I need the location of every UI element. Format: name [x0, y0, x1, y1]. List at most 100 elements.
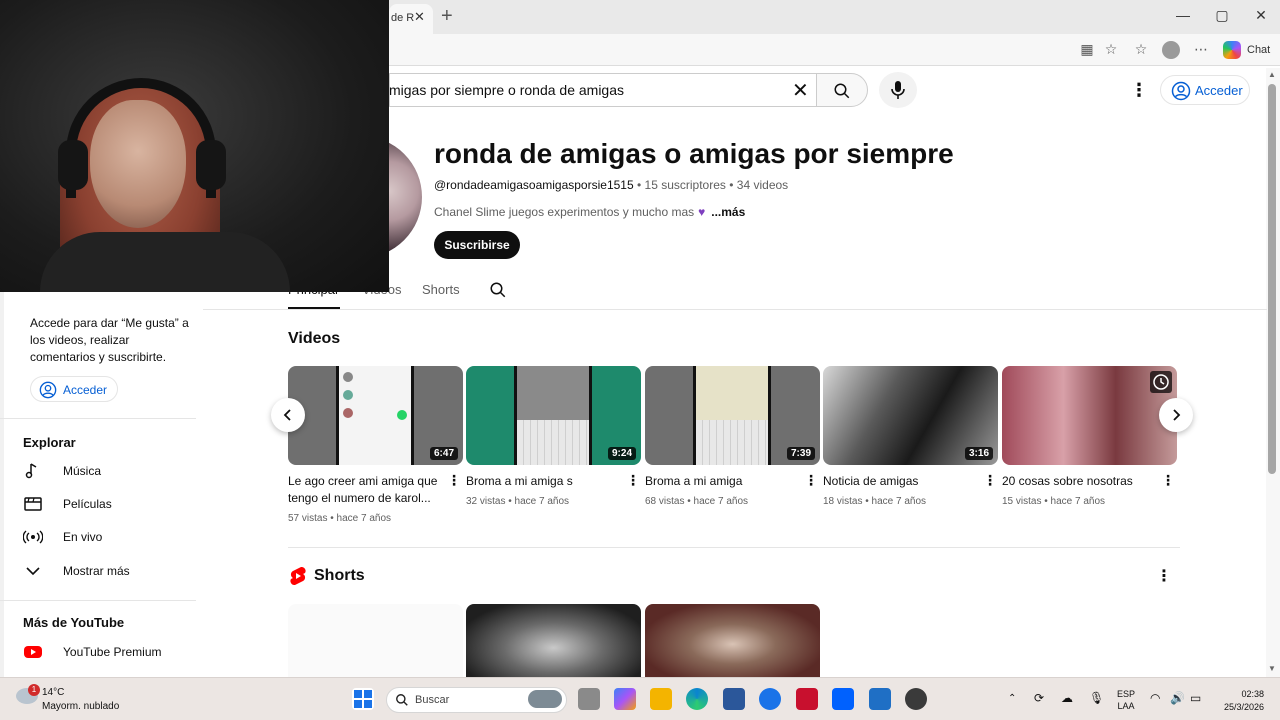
- video-kebab-icon[interactable]: ⋮: [983, 472, 997, 489]
- settings-kebab-icon[interactable]: ⋮: [1130, 80, 1148, 101]
- wifi-icon[interactable]: ◠: [1150, 692, 1160, 704]
- channel-meta: @rondadeamigasoamigasporsie1515 • 15 sus…: [434, 178, 788, 192]
- weather-temperature[interactable]: 14°C: [42, 687, 64, 698]
- scroll-up-icon[interactable]: ▲: [1268, 70, 1276, 79]
- video-kebab-icon[interactable]: ⋮: [804, 472, 818, 489]
- video-kebab-icon[interactable]: ⋮: [447, 472, 461, 489]
- new-tab-icon[interactable]: +: [441, 5, 453, 28]
- signin-label: Acceder: [1195, 83, 1243, 98]
- tab-shorts[interactable]: Shorts: [422, 282, 460, 297]
- explore-heading: Explorar: [23, 435, 76, 450]
- sidebar-item-musica[interactable]: Música: [0, 455, 196, 487]
- sync-icon[interactable]: ⟳: [1034, 692, 1044, 704]
- clapperboard-icon: [24, 497, 42, 511]
- video-title[interactable]: Noticia de amigas: [823, 473, 973, 490]
- taskbar-clock[interactable]: 02:38 25/3/2026: [1216, 688, 1264, 714]
- signin-button[interactable]: Acceder: [1160, 75, 1250, 105]
- search-button[interactable]: [816, 73, 868, 107]
- copilot-icon[interactable]: [1223, 41, 1241, 59]
- youtube-logo-icon: [24, 646, 42, 658]
- watch-later-icon[interactable]: [1150, 371, 1172, 393]
- onedrive-icon[interactable]: ☁: [1061, 692, 1073, 704]
- video-kebab-icon[interactable]: ⋮: [1161, 472, 1175, 489]
- video-duration: 9:24: [607, 447, 636, 460]
- scroll-down-icon[interactable]: ▼: [1268, 664, 1276, 673]
- video-thumbnail[interactable]: 3:16: [823, 366, 998, 465]
- taskbar-search-placeholder[interactable]: Buscar: [415, 694, 449, 706]
- short-thumbnail[interactable]: [288, 604, 463, 677]
- close-window-icon[interactable]: ✕: [1246, 7, 1276, 24]
- video-thumbnail[interactable]: 9:24: [466, 366, 641, 465]
- shorts-kebab-icon[interactable]: ⋮: [1156, 566, 1172, 586]
- file-explorer-icon[interactable]: [650, 688, 672, 710]
- microsoft-store-icon[interactable]: [723, 688, 745, 710]
- minimize-icon[interactable]: —: [1168, 7, 1198, 23]
- short-thumbnail[interactable]: [645, 604, 820, 677]
- tab-close-icon[interactable]: ✕: [414, 9, 425, 25]
- mail-icon[interactable]: [869, 688, 891, 710]
- video-title[interactable]: 20 cosas sobre nosotras: [1002, 473, 1152, 490]
- video-meta: 68 vistas • hace 7 años: [645, 496, 749, 507]
- thumbnail-image: [336, 366, 414, 465]
- videos-section-title: Videos: [288, 330, 341, 347]
- language-indicator[interactable]: ESP LAA: [1112, 688, 1140, 712]
- video-meta: 15 vistas • hace 7 años: [1002, 496, 1106, 507]
- maximize-icon[interactable]: ▢: [1207, 7, 1237, 24]
- sidebar-signin-button[interactable]: Acceder: [30, 376, 118, 402]
- windows-start-icon[interactable]: [352, 688, 374, 710]
- favorites-list-icon[interactable]: ☆: [1131, 41, 1151, 58]
- video-thumbnail[interactable]: [1002, 366, 1177, 465]
- channel-search-icon[interactable]: [489, 281, 507, 299]
- scrollbar-thumb[interactable]: [1268, 84, 1276, 474]
- sidebar-item-mostrar-mas[interactable]: Mostrar más: [0, 555, 196, 587]
- video-kebab-icon[interactable]: ⋮: [626, 472, 640, 489]
- channel-description[interactable]: Chanel Slime juegos experimentos y mucho…: [434, 205, 745, 219]
- browser-menu-icon[interactable]: ⋯: [1191, 41, 1211, 58]
- carousel-prev-button[interactable]: [271, 398, 305, 432]
- video-thumbnail[interactable]: 7:39: [645, 366, 820, 465]
- browser-tab[interactable]: de R: [389, 4, 433, 34]
- search-highlight-icon: [528, 690, 562, 708]
- weather-condition[interactable]: Mayorm. nublado: [42, 701, 119, 712]
- video-thumbnail[interactable]: 6:47: [288, 366, 463, 465]
- video-title[interactable]: Broma a mi amiga s: [466, 473, 616, 490]
- video-title[interactable]: Le ago creer ami amiga que tengo el nume…: [288, 473, 438, 507]
- profile-avatar[interactable]: [1162, 41, 1180, 59]
- voice-search-button[interactable]: [879, 72, 917, 108]
- shorts-section-title: Shorts: [314, 567, 365, 584]
- more-link[interactable]: ...más: [711, 205, 745, 219]
- apps-icon[interactable]: ▦: [1077, 41, 1097, 58]
- favorite-star-icon[interactable]: ☆: [1101, 41, 1121, 58]
- copilot-taskbar-icon[interactable]: [614, 688, 636, 710]
- task-view-icon[interactable]: [578, 688, 600, 710]
- edge-browser-icon[interactable]: [686, 688, 708, 710]
- dropbox-icon[interactable]: [832, 688, 854, 710]
- video-duration: 6:47: [429, 447, 458, 460]
- chat-label[interactable]: Chat: [1247, 44, 1270, 56]
- sidebar-divider: [0, 418, 196, 419]
- channel-title: ronda de amigas o amigas por siempre: [434, 138, 954, 169]
- battery-icon[interactable]: ▭: [1190, 692, 1201, 704]
- keyboard-layout: LAA: [1117, 701, 1135, 711]
- carousel-next-button[interactable]: [1159, 398, 1193, 432]
- video-meta: 18 vistas • hace 7 años: [823, 496, 927, 507]
- tray-chevron-icon[interactable]: ⌃: [1008, 693, 1016, 705]
- sidebar-item-label: Mostrar más: [63, 564, 130, 578]
- mcafee-icon[interactable]: [796, 688, 818, 710]
- sidebar-item-en-vivo[interactable]: En vivo: [0, 521, 196, 553]
- help-icon[interactable]: [759, 688, 781, 710]
- sidebar-item-peliculas[interactable]: Películas: [0, 488, 196, 520]
- headset-icon: [66, 78, 216, 198]
- video-title[interactable]: Broma a mi amiga: [645, 473, 795, 490]
- search-query-text[interactable]: migas por siempre o ronda de amigas: [389, 82, 624, 98]
- clear-search-icon[interactable]: ✕: [792, 78, 809, 103]
- video-meta: 57 vistas • hace 7 años: [288, 513, 392, 524]
- subscribe-button[interactable]: Suscribirse: [434, 231, 520, 259]
- microphone-tray-icon[interactable]: 🎙: [1089, 692, 1104, 704]
- purple-heart-icon: ♥: [698, 205, 706, 219]
- sidebar-item-youtube-premium[interactable]: YouTube Premium: [0, 636, 196, 668]
- obs-icon[interactable]: [905, 688, 927, 710]
- short-thumbnail[interactable]: [466, 604, 641, 677]
- volume-icon[interactable]: 🔊: [1170, 692, 1185, 704]
- browser-tab-label: de R: [391, 12, 415, 24]
